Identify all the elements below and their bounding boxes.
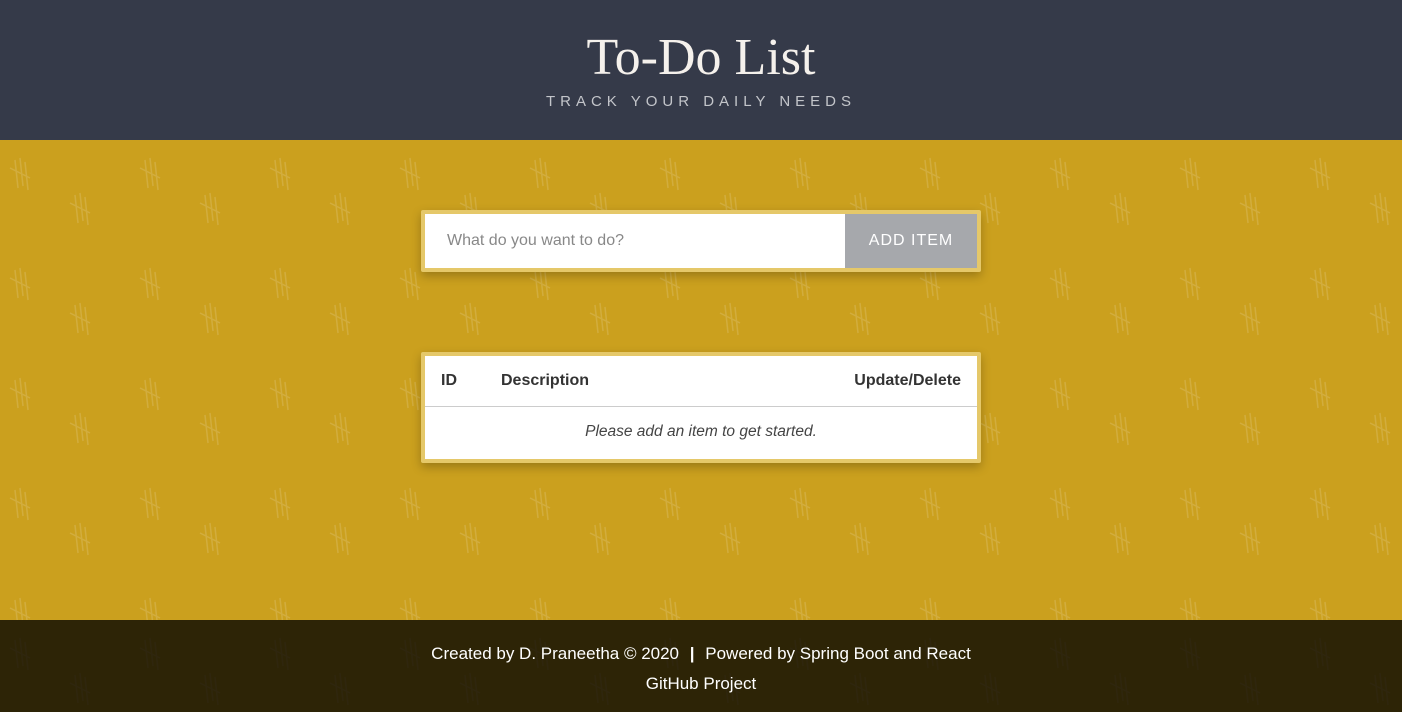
table-header-row: ID Description Update/Delete (425, 356, 977, 407)
add-item-card: ADD ITEM (421, 210, 981, 272)
column-header-id: ID (441, 372, 501, 390)
app-subtitle: TRACK YOUR DAILY NEEDS (0, 93, 1402, 110)
app-header: To-Do List TRACK YOUR DAILY NEEDS (0, 0, 1402, 140)
footer-separator: | (690, 644, 695, 663)
column-header-description: Description (501, 372, 821, 390)
footer-created-by: Created by D. Praneetha © 2020 (431, 644, 679, 663)
todo-table: ID Description Update/Delete Please add … (425, 356, 977, 459)
main-content: ADD ITEM ID Description Update/Delete Pl… (0, 140, 1402, 620)
footer-credits: Created by D. Praneetha © 2020 | Powered… (0, 644, 1402, 664)
empty-state-message: Please add an item to get started. (425, 407, 977, 459)
todo-input[interactable] (425, 214, 845, 268)
github-link[interactable]: GitHub Project (646, 674, 757, 693)
app-title: To-Do List (0, 28, 1402, 87)
todo-table-card: ID Description Update/Delete Please add … (421, 352, 981, 463)
app-footer: Created by D. Praneetha © 2020 | Powered… (0, 620, 1402, 712)
column-header-actions: Update/Delete (821, 372, 961, 390)
footer-powered-by: Powered by Spring Boot and React (705, 644, 971, 663)
add-item-button[interactable]: ADD ITEM (845, 214, 977, 268)
